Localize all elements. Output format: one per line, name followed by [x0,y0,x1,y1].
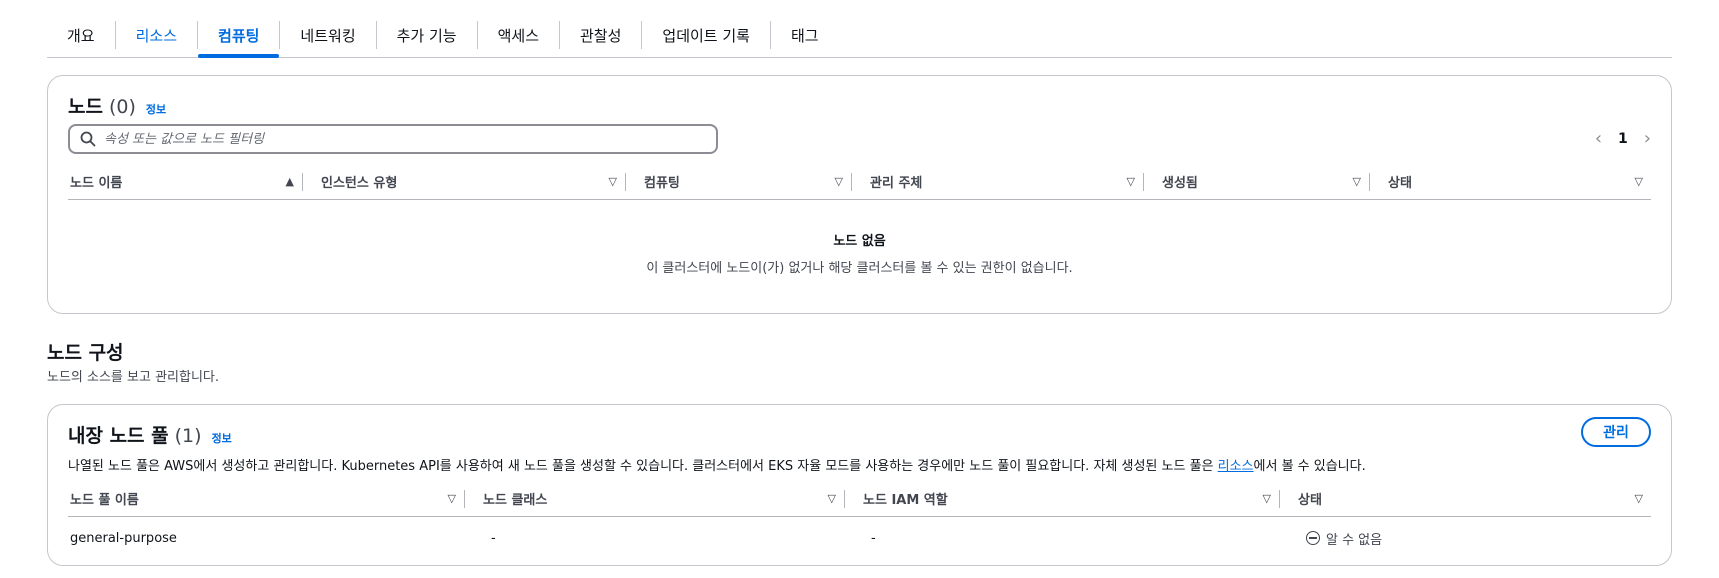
status-text: 알 수 없음 [1326,532,1383,548]
col-node-class[interactable]: 노드 클래스 ▽ [481,481,844,517]
table-row[interactable]: general-purpose - - 알 수 없음 [68,520,1651,556]
tab-access[interactable]: 액세스 [478,14,559,57]
column-divider [844,489,845,508]
nodes-table-header: 노드 이름 ▲ 인스턴스 유형 ▽ 컴퓨팅 ▽ 관리 주체 ▽ 생성됨 ▽ 상태… [68,164,1651,200]
node-config-title: 노드 구성 [47,342,124,364]
tab-update-history[interactable]: 업데이트 기록 [642,14,770,57]
nodes-count: (0) [108,96,136,118]
status-value: 알 수 없음 [1304,529,1382,548]
compute-page: 개요 리소스 컴퓨팅 네트워킹 추가 기능 액세스 관찰성 업데이트 기록 태그… [0,0,1719,578]
tab-compute[interactable]: 컴퓨팅 [198,14,280,58]
col-managed-by[interactable]: 관리 주체 ▽ [868,164,1143,200]
column-divider [1279,489,1280,508]
sort-icon[interactable]: ▽ [1353,175,1361,188]
tab-overview[interactable]: 개요 [47,14,115,57]
node-pools-header: 내장 노드 풀 (1) 정보 [68,421,232,448]
nodes-empty-state: 노드 없음 이 클러스터에 노드이(가) 없거나 해당 클러스터를 볼 수 있는… [48,230,1671,276]
col-pool-status[interactable]: 상태 ▽ [1296,481,1651,517]
sort-icon[interactable]: ▽ [448,492,456,505]
sort-icon[interactable]: ▽ [1127,175,1135,188]
nodes-filter[interactable] [68,124,718,154]
chevron-left-icon[interactable]: ‹ [1595,128,1602,149]
node-class-value: - [491,530,496,546]
col-node-pool-name[interactable]: 노드 풀 이름 ▽ [68,481,464,517]
manage-button[interactable]: 관리 [1581,417,1651,447]
resources-link[interactable]: 리소스 [1218,459,1254,474]
node-pool-name: general-purpose [70,530,177,546]
tab-bar: 개요 리소스 컴퓨팅 네트워킹 추가 기능 액세스 관찰성 업데이트 기록 태그 [47,14,1672,58]
tab-add-ons[interactable]: 추가 기능 [377,14,477,57]
empty-description: 이 클러스터에 노드이(가) 없거나 해당 클러스터를 볼 수 있는 권한이 없… [646,261,1073,276]
node-config-description: 노드의 소스를 보고 관리합니다. [47,370,220,385]
nodes-pagination: ‹ 1 › [1595,128,1651,149]
empty-title: 노드 없음 [833,234,886,249]
sort-icon[interactable]: ▽ [609,175,617,188]
nodes-title: 노드 [68,96,103,118]
builtin-node-pools-container: 내장 노드 풀 (1) 정보 관리 나열된 노드 풀은 AWS에서 생성하고 관… [47,404,1672,566]
column-divider [302,172,303,191]
tab-resources[interactable]: 리소스 [116,14,197,57]
search-icon [80,131,96,147]
column-divider [851,172,852,191]
tab-observability[interactable]: 관찰성 [560,14,641,57]
nodes-header: 노드 (0) 정보 [68,92,166,119]
sort-icon[interactable]: ▽ [1635,175,1643,188]
chevron-right-icon[interactable]: › [1644,128,1651,149]
col-created[interactable]: 생성됨 ▽ [1160,164,1369,200]
col-node-name[interactable]: 노드 이름 ▲ [68,164,302,200]
col-node-iam-role[interactable]: 노드 IAM 역할 ▽ [861,481,1279,517]
node-pools-count: (1) [174,425,202,447]
iam-role-value: - [871,530,876,546]
column-divider [464,489,465,508]
sort-icon[interactable]: ▽ [1263,492,1271,505]
col-instance-type[interactable]: 인스턴스 유형 ▽ [319,164,625,200]
column-divider [1143,172,1144,191]
column-divider [625,172,626,191]
nodes-filter-input[interactable] [104,131,704,147]
node-pools-description: 나열된 노드 풀은 AWS에서 생성하고 관리합니다. Kubernetes A… [68,459,1366,474]
column-divider [1369,172,1370,191]
col-compute[interactable]: 컴퓨팅 ▽ [642,164,851,200]
nodes-info-link[interactable]: 정보 [146,101,166,117]
tab-tags[interactable]: 태그 [771,14,839,57]
current-page[interactable]: 1 [1618,131,1628,147]
node-pools-title: 내장 노드 풀 [68,425,169,447]
node-pools-table-header: 노드 풀 이름 ▽ 노드 클래스 ▽ 노드 IAM 역할 ▽ 상태 ▽ [68,481,1651,517]
node-pools-info-link[interactable]: 정보 [212,430,232,446]
sort-icon[interactable]: ▽ [835,175,843,188]
sort-icon[interactable]: ▽ [1635,492,1643,505]
sort-asc-icon[interactable]: ▲ [286,175,294,188]
tab-networking[interactable]: 네트워킹 [280,14,375,57]
col-status[interactable]: 상태 ▽ [1386,164,1651,200]
sort-icon[interactable]: ▽ [828,492,836,505]
nodes-container: 노드 (0) 정보 ‹ 1 › 노드 이름 ▲ 인스턴스 유형 ▽ [47,75,1672,314]
status-unknown-icon [1306,531,1320,545]
